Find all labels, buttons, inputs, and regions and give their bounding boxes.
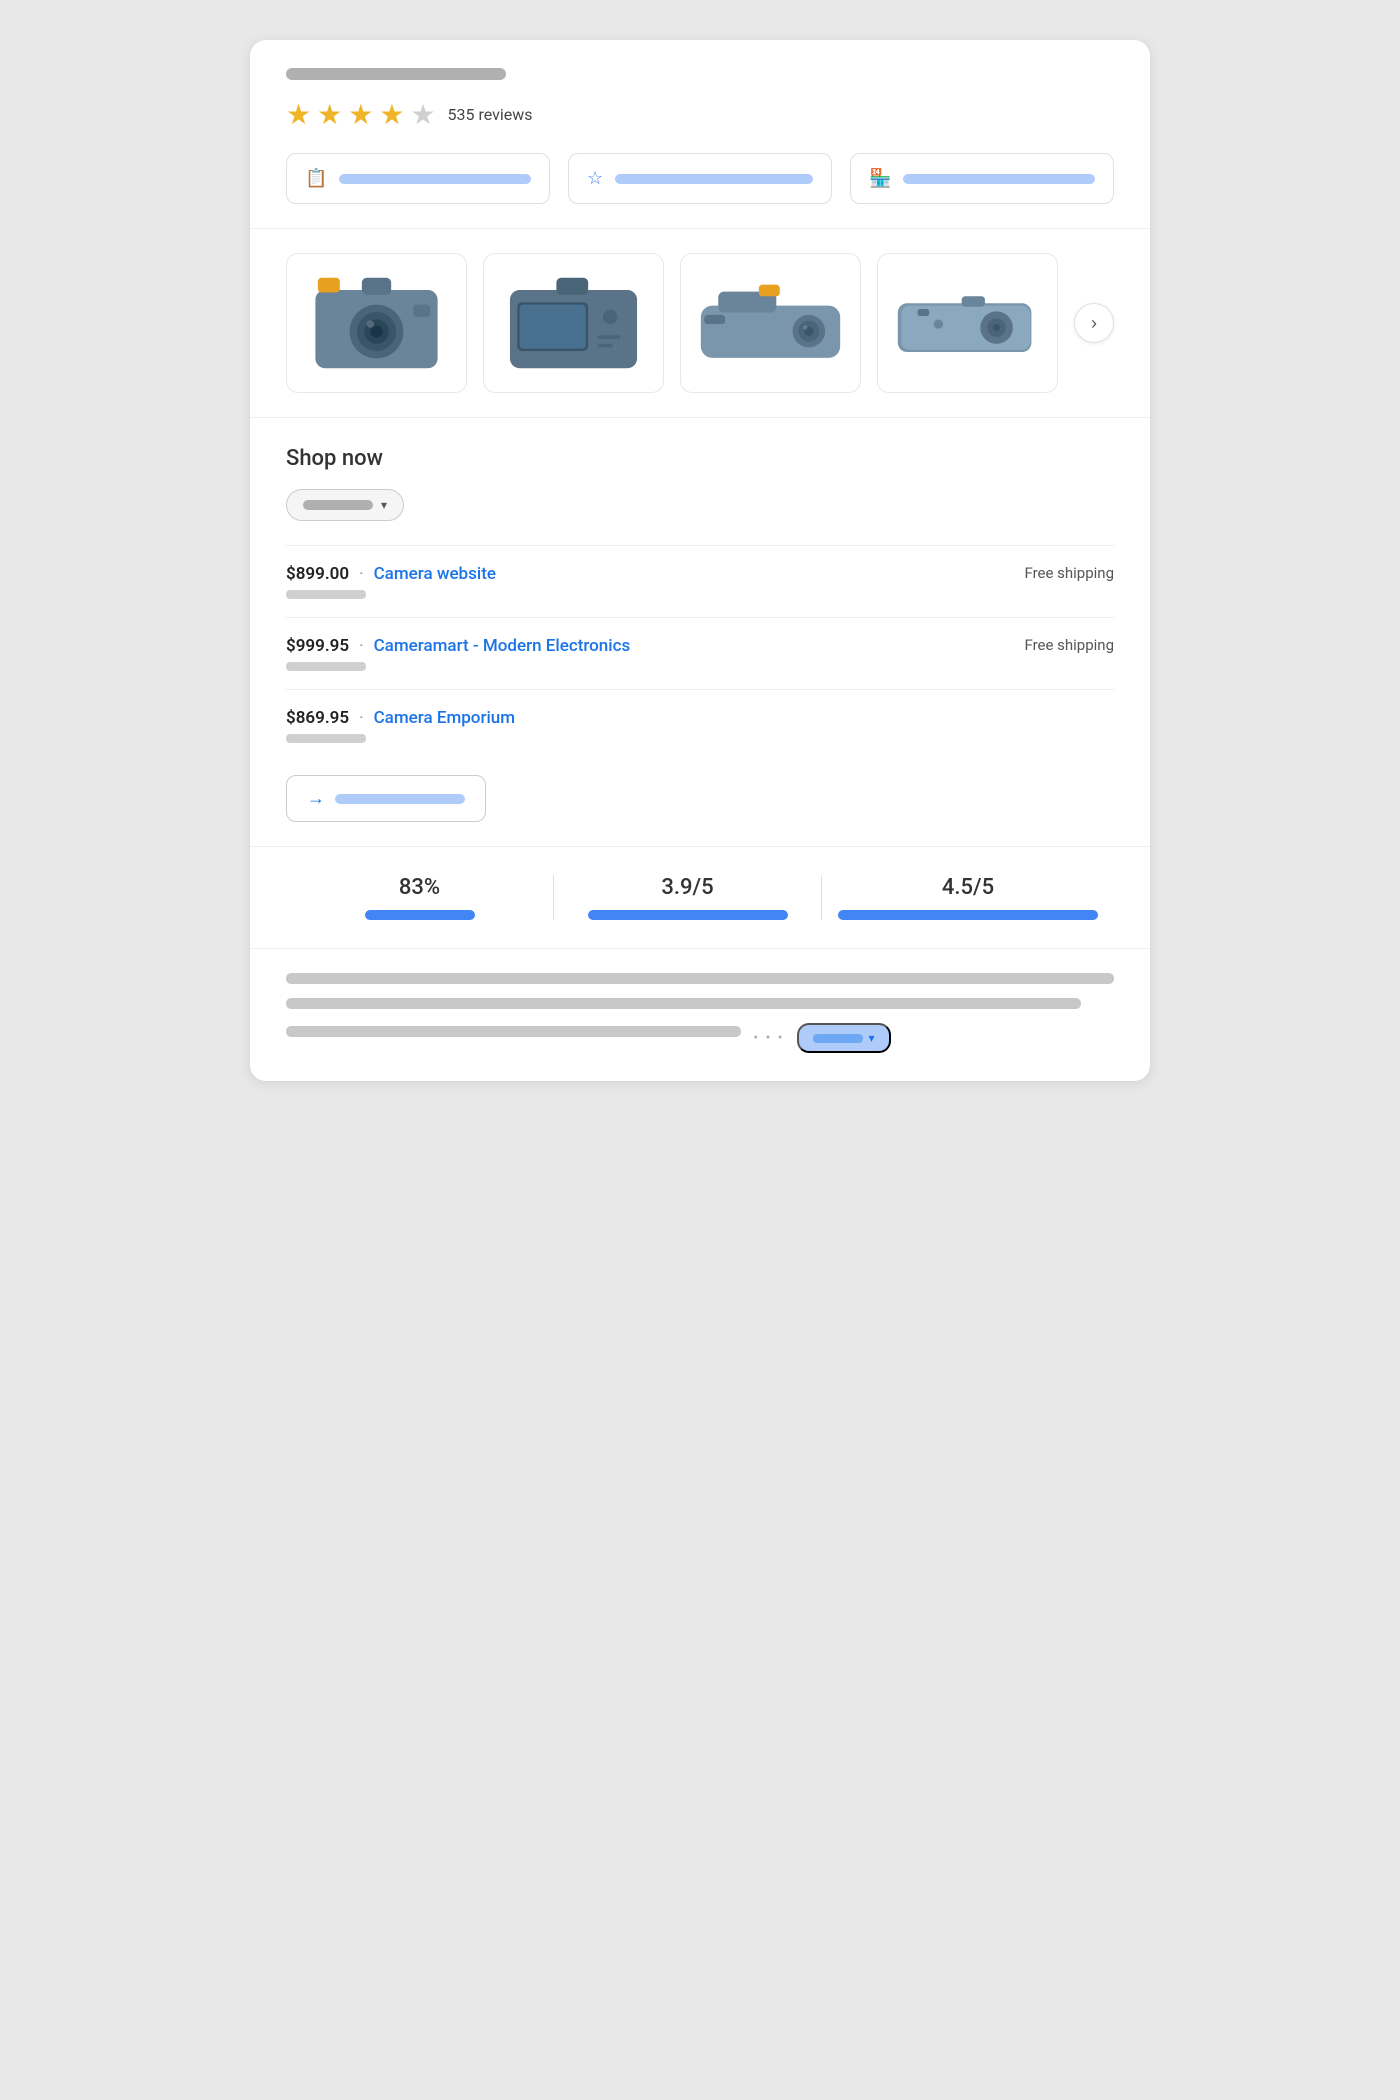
expand-label-bar	[813, 1034, 863, 1043]
listing-1-sub-bar	[286, 590, 366, 599]
listing-2-seller[interactable]: Cameramart - Modern Electronics	[374, 636, 631, 656]
star-2: ★	[317, 98, 342, 131]
listing-1-shipping: Free shipping	[1024, 564, 1114, 582]
listing-2: $999.95 · Cameramart - Modern Electronic…	[286, 617, 1114, 689]
action-label-bar-2	[615, 174, 813, 184]
listing-2-price: $999.95	[286, 636, 349, 656]
listing-3-row: $869.95 · Camera Emporium	[286, 708, 1114, 728]
stat-item-3: 4.5/5	[822, 875, 1114, 920]
camera-image-2[interactable]	[483, 253, 664, 393]
listing-2-main: $999.95 · Cameramart - Modern Electronic…	[286, 636, 630, 656]
star-icon: ☆	[587, 168, 603, 189]
stat-bar-1	[365, 910, 475, 920]
last-line-row: • • • ▾	[286, 1023, 1114, 1053]
star-5: ★	[410, 98, 435, 131]
listing-1: $899.00 · Camera website Free shipping	[286, 545, 1114, 617]
action-button-1[interactable]: 📋	[286, 153, 550, 204]
text-section: • • • ▾	[250, 949, 1150, 1081]
more-stores-button[interactable]: →	[286, 775, 486, 822]
clipboard-icon: 📋	[305, 168, 327, 189]
more-label-bar	[335, 794, 465, 804]
filter-button[interactable]: ▾	[286, 489, 404, 521]
stat-value-3: 4.5/5	[942, 875, 994, 900]
camera-image-3[interactable]	[680, 253, 861, 393]
stat-value-1: 83%	[399, 875, 440, 900]
stat-item-1: 83%	[286, 875, 554, 920]
listing-2-dot: ·	[359, 636, 363, 656]
shop-section: Shop now ▾ $899.00 · Camera website Free…	[250, 418, 1150, 847]
store-icon: 🏪	[869, 168, 891, 189]
stat-bar-2	[588, 910, 788, 920]
listing-1-row: $899.00 · Camera website Free shipping	[286, 564, 1114, 584]
expand-chevron-icon: ▾	[869, 1031, 875, 1045]
shop-title: Shop now	[286, 446, 1114, 471]
product-title-bar	[286, 68, 506, 80]
rating-section: ★ ★ ★ ★ ★ 535 reviews 📋 ☆ 🏪	[250, 40, 1150, 229]
expand-button[interactable]: ▾	[797, 1023, 891, 1053]
action-button-2[interactable]: ☆	[568, 153, 832, 204]
text-line-1	[286, 973, 1114, 984]
filter-label-bar	[303, 500, 373, 510]
stat-bar-3	[838, 910, 1098, 920]
filter-chevron-icon: ▾	[381, 498, 387, 512]
camera-image-4[interactable]	[877, 253, 1058, 393]
listing-1-seller[interactable]: Camera website	[374, 564, 496, 584]
star-4: ★	[379, 98, 404, 131]
action-label-bar-3	[903, 174, 1095, 184]
listing-1-main: $899.00 · Camera website	[286, 564, 496, 584]
listing-1-price: $899.00	[286, 564, 349, 584]
review-count: 535 reviews	[448, 105, 533, 124]
action-button-3[interactable]: 🏪	[850, 153, 1114, 204]
listing-3: $869.95 · Camera Emporium	[286, 689, 1114, 761]
stats-section: 83% 3.9/5 4.5/5	[250, 847, 1150, 949]
images-section: ›	[250, 229, 1150, 418]
stat-value-2: 3.9/5	[661, 875, 713, 900]
ellipsis-icon: • • •	[753, 1030, 784, 1046]
stars-row: ★ ★ ★ ★ ★ 535 reviews	[286, 98, 1114, 131]
listing-2-row: $999.95 · Cameramart - Modern Electronic…	[286, 636, 1114, 656]
listing-3-sub-bar	[286, 734, 366, 743]
action-buttons-row: 📋 ☆ 🏪	[286, 153, 1114, 204]
camera-image-1[interactable]	[286, 253, 467, 393]
stat-item-2: 3.9/5	[554, 875, 822, 920]
chevron-right-icon: ›	[1091, 313, 1097, 334]
text-line-3	[286, 1026, 741, 1037]
next-button[interactable]: ›	[1074, 303, 1114, 343]
listing-3-seller[interactable]: Camera Emporium	[374, 708, 516, 728]
arrow-right-icon: →	[307, 788, 325, 809]
star-1: ★	[286, 98, 311, 131]
product-card: ★ ★ ★ ★ ★ 535 reviews 📋 ☆ 🏪	[250, 40, 1150, 1081]
listing-3-main: $869.95 · Camera Emporium	[286, 708, 515, 728]
listing-1-dot: ·	[359, 564, 363, 584]
star-3: ★	[348, 98, 373, 131]
action-label-bar-1	[339, 174, 531, 184]
listing-2-sub-bar	[286, 662, 366, 671]
listing-2-shipping: Free shipping	[1024, 636, 1114, 654]
listing-3-price: $869.95	[286, 708, 349, 728]
text-line-2	[286, 998, 1081, 1009]
listing-3-dot: ·	[359, 708, 363, 728]
